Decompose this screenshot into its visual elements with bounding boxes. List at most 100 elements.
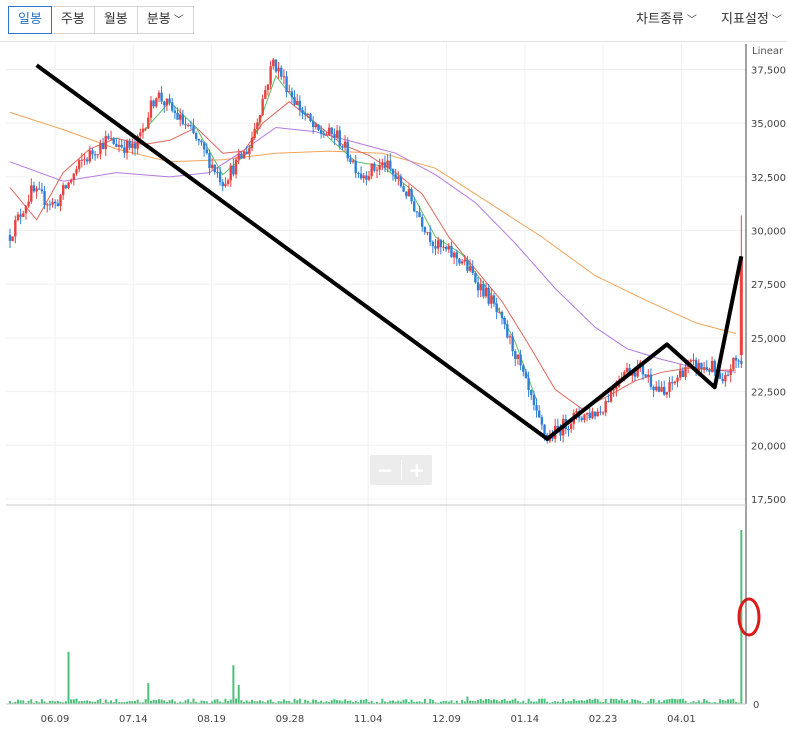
candle-body: [256, 122, 259, 130]
y-tick-label: 30,000: [751, 227, 786, 238]
volume-bar: [152, 699, 155, 704]
volume-bar: [604, 699, 607, 704]
candle-body: [333, 133, 336, 138]
candle-body: [48, 204, 52, 206]
volume-bar: [649, 698, 652, 704]
candle-body: [729, 369, 732, 375]
volume-bar: [96, 700, 99, 704]
candle-body: [681, 370, 685, 377]
volume-bar: [652, 698, 655, 704]
candle-body: [54, 201, 57, 204]
candle-body: [476, 282, 480, 291]
candle-body: [245, 151, 248, 155]
candle-body: [56, 203, 60, 207]
candle-body: [434, 246, 437, 249]
candle-body: [458, 258, 461, 264]
candle-body: [655, 386, 658, 391]
volume-bar: [258, 700, 261, 704]
candle-body: [325, 134, 328, 136]
zoom-out-icon[interactable]: −: [370, 455, 401, 485]
candle-body: [224, 183, 227, 187]
candle-body: [77, 160, 81, 170]
candle-body: [678, 370, 682, 378]
volume-bar: [72, 699, 75, 704]
candle-body: [426, 232, 429, 234]
tab-daily[interactable]: 일봉: [8, 6, 52, 34]
candle-body: [349, 158, 352, 162]
candle-body: [705, 367, 708, 371]
volume-bar: [266, 700, 269, 704]
volume-bar: [16, 699, 19, 704]
candle-body: [128, 140, 131, 148]
volume-bar: [538, 698, 541, 704]
volume-bar: [740, 530, 743, 704]
candle-body: [381, 162, 384, 166]
volume-bar: [615, 698, 618, 704]
candle-body: [684, 366, 687, 377]
candle-body: [607, 401, 610, 403]
candle-body: [474, 273, 477, 283]
candle-body: [290, 91, 294, 98]
candle-body: [343, 141, 347, 148]
volume-bar: [314, 699, 317, 704]
candle-body: [362, 175, 365, 179]
volume-bar: [192, 698, 195, 704]
x-tick-label: 07.14: [119, 714, 148, 725]
volume-bar: [381, 698, 384, 704]
volume-bar: [30, 699, 33, 704]
volume-bar: [469, 700, 472, 704]
volume-bar: [70, 699, 73, 704]
price-volume-chart[interactable]: 37,500 35,000 32,500 30,000 27,500 25,000 22,5…: [0, 0, 787, 731]
candle-body: [301, 110, 304, 113]
volume-bar: [721, 700, 724, 704]
x-tick-label: 11.04: [354, 714, 383, 725]
volume-bar: [391, 700, 394, 704]
candle-body: [444, 246, 448, 250]
x-tick-label: 04.01: [667, 714, 696, 725]
candle-body: [649, 374, 653, 387]
candle-body: [487, 287, 490, 304]
candle-body: [101, 143, 105, 150]
candle-body: [160, 92, 163, 102]
ma5-line: [142, 74, 538, 401]
candle-body: [208, 153, 211, 169]
candle-body: [713, 360, 716, 373]
candle-body: [30, 185, 33, 202]
candle-body: [176, 112, 179, 120]
candle-body: [593, 411, 597, 417]
volume-bar: [423, 698, 426, 704]
candle-body: [144, 128, 147, 130]
candle-body: [322, 133, 326, 136]
candle-body: [660, 386, 663, 392]
candle-body: [670, 382, 674, 384]
candle-body: [261, 98, 264, 116]
candle-body: [93, 154, 97, 156]
candle-body: [455, 252, 458, 259]
candle-body: [463, 259, 466, 262]
y-tick-label: 22,500: [751, 388, 786, 399]
zoom-in-icon[interactable]: +: [402, 455, 433, 485]
candle-body: [503, 317, 506, 325]
candle-body: [710, 360, 714, 372]
candle-body: [266, 84, 270, 90]
candle-body: [46, 204, 49, 206]
candle-body: [538, 410, 541, 418]
candle-body: [665, 391, 669, 395]
candle-body: [221, 182, 224, 187]
volume-bar: [671, 698, 674, 704]
candle-body: [242, 151, 246, 159]
candle-body: [272, 59, 275, 67]
candle-body: [264, 89, 267, 99]
volume-bar: [477, 700, 480, 704]
volume-bar: [610, 698, 613, 704]
candle-body: [569, 423, 573, 430]
candle-body: [428, 232, 432, 242]
volume-bar: [495, 699, 498, 704]
candle-body: [218, 172, 222, 183]
candle-body: [609, 390, 613, 402]
volume-bar: [163, 700, 166, 704]
volume-bar: [200, 700, 203, 704]
candle-body: [359, 173, 363, 179]
candle-body: [479, 283, 482, 291]
candle-body: [205, 149, 208, 154]
